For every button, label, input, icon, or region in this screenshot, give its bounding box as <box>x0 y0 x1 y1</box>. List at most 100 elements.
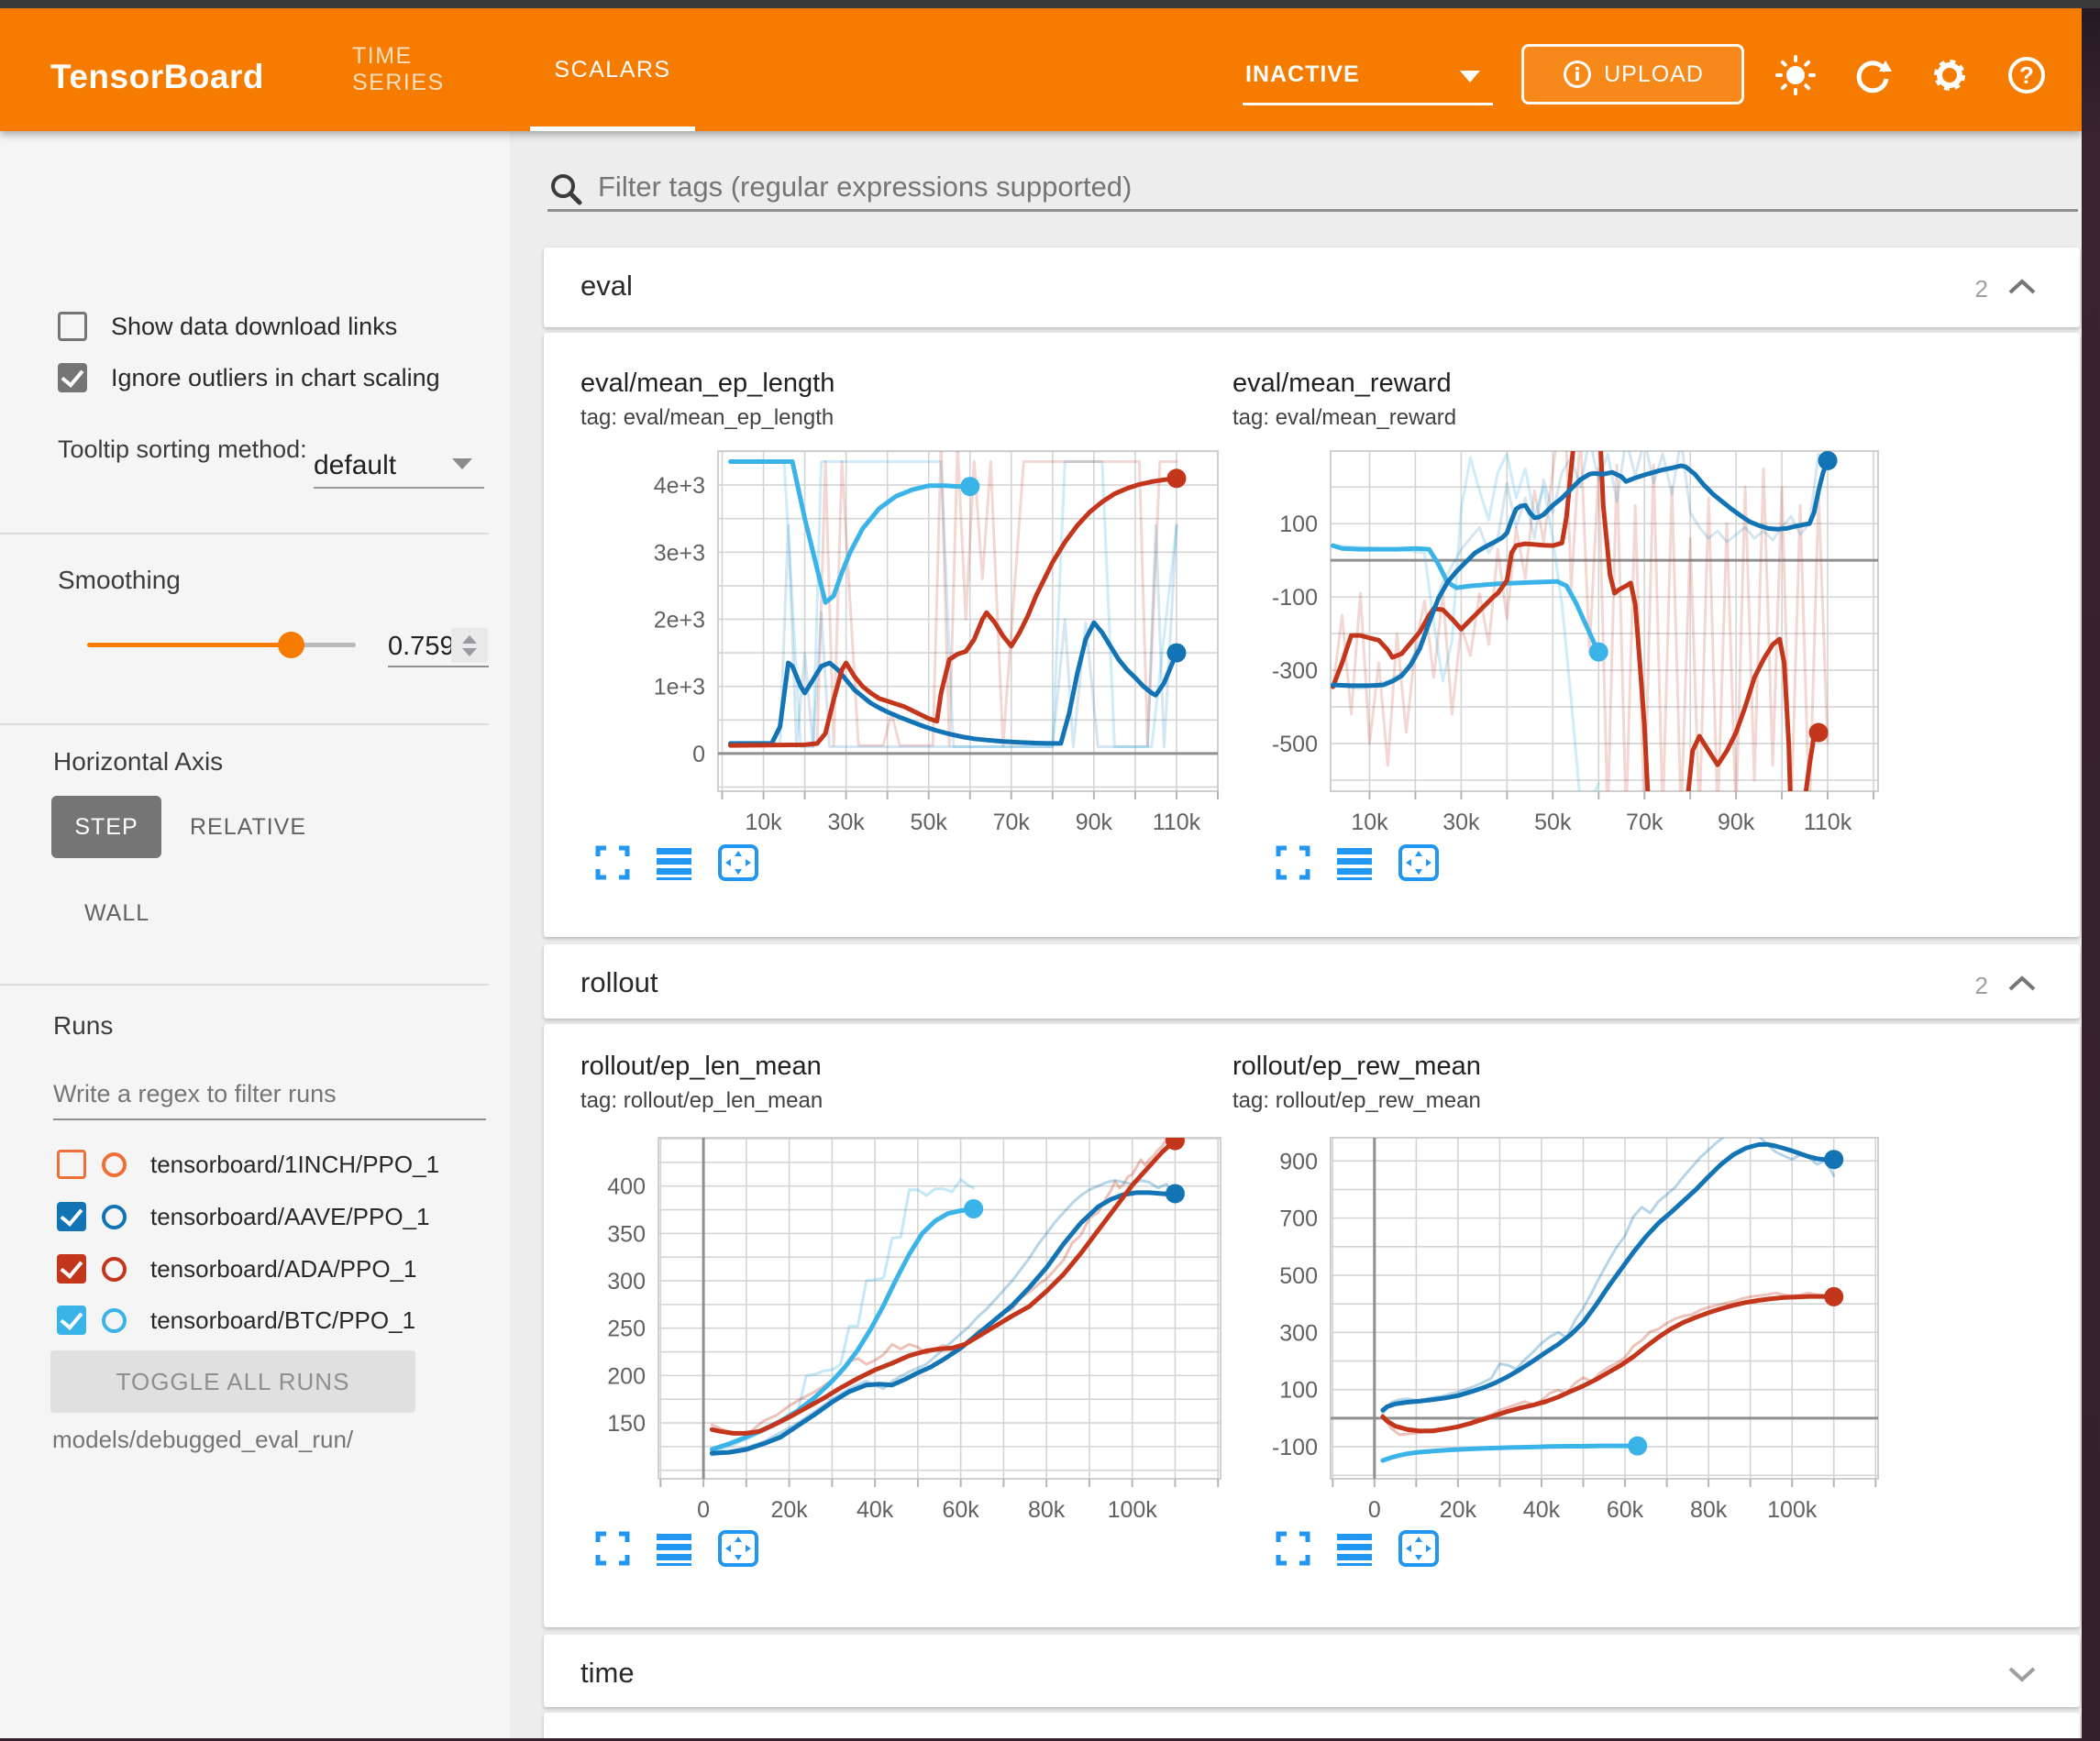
filter-tags-underline <box>547 209 2078 212</box>
svg-text:50k: 50k <box>911 810 948 835</box>
tab-time-series[interactable]: TIME SERIES <box>352 8 508 131</box>
svg-text:110k: 110k <box>1153 810 1201 835</box>
svg-text:30k: 30k <box>1442 810 1480 835</box>
show-data-download-links-checkbox[interactable] <box>58 312 87 341</box>
filter-tags-input[interactable]: Filter tags (regular expressions support… <box>598 171 1132 204</box>
chart-title: rollout/ep_rew_mean <box>1232 1052 1481 1082</box>
refresh-icon[interactable] <box>1848 50 1897 100</box>
svg-text:20k: 20k <box>770 1497 808 1523</box>
chart-rollout-ep-rew-mean[interactable]: 020k40k60k80k100k-100100300500700900 <box>1261 1114 1903 1572</box>
brightness-icon[interactable] <box>1771 50 1820 100</box>
axis-wall-button[interactable]: WALL <box>84 882 149 944</box>
upload-button[interactable]: UPLOAD <box>1521 44 1744 105</box>
axis-step-button[interactable]: STEP <box>51 796 161 858</box>
upload-label: UPLOAD <box>1604 61 1704 88</box>
run-row[interactable]: tensorboard/BTC/PPO_1 <box>57 1300 415 1340</box>
run-checkbox[interactable] <box>57 1306 86 1335</box>
spinner-down-icon[interactable] <box>462 648 477 656</box>
section-title: eval <box>580 270 633 303</box>
toggle-all-runs-button[interactable]: TOGGLE ALL RUNS <box>50 1350 415 1413</box>
horizontal-axis-label: Horizontal Axis <box>53 747 223 777</box>
runs-selector-icon[interactable] <box>655 844 693 881</box>
chart-eval-mean-ep-length[interactable]: 10k30k50k70k90k110k01e+32e+33e+34e+3 <box>562 431 1241 889</box>
divider <box>0 533 489 534</box>
section-header-rollout[interactable]: rollout 2 <box>544 944 2080 1019</box>
run-label: tensorboard/ADA/PPO_1 <box>150 1255 417 1284</box>
fit-domain-icon[interactable] <box>1398 1529 1440 1568</box>
svg-text:60k: 60k <box>942 1497 979 1523</box>
collapse-chevron-icon[interactable] <box>2006 974 2038 998</box>
run-label: tensorboard/AAVE/PPO_1 <box>150 1203 429 1231</box>
ignore-outliers-checkbox[interactable] <box>58 363 87 392</box>
runs-selector-icon[interactable] <box>655 1530 693 1567</box>
smoothing-input-underline <box>388 666 489 667</box>
svg-text:40k: 40k <box>857 1497 894 1523</box>
fullscreen-icon[interactable] <box>594 844 631 881</box>
fit-domain-icon[interactable] <box>1398 843 1440 882</box>
divider <box>0 984 489 986</box>
window-top-edge <box>0 0 2100 8</box>
run-checkbox[interactable] <box>57 1150 86 1179</box>
settings-gear-icon[interactable] <box>1925 50 1974 100</box>
section-header-eval[interactable]: eval 2 <box>544 248 2080 327</box>
runs-selector-icon[interactable] <box>1335 1530 1374 1567</box>
run-row[interactable]: tensorboard/AAVE/PPO_1 <box>57 1196 429 1237</box>
help-icon[interactable]: ? <box>2002 50 2051 100</box>
runs-selector-icon[interactable] <box>1335 844 1374 881</box>
select-underline <box>314 487 484 489</box>
runs-filter-input[interactable]: Write a regex to filter runs <box>53 1080 337 1108</box>
svg-text:250: 250 <box>607 1317 646 1342</box>
svg-text:40k: 40k <box>1523 1497 1561 1523</box>
chart-actions <box>594 1529 759 1568</box>
fullscreen-icon[interactable] <box>594 1530 631 1567</box>
run-checkbox[interactable] <box>57 1202 86 1231</box>
run-color-circle <box>102 1205 127 1229</box>
window-right-edge <box>2082 0 2100 1741</box>
smoothing-spinner[interactable] <box>451 628 488 663</box>
fullscreen-icon[interactable] <box>1275 844 1311 881</box>
tooltip-sorting-label: Tooltip sorting method: <box>58 434 315 465</box>
fit-domain-icon[interactable] <box>717 843 759 882</box>
section-title: time <box>580 1657 635 1690</box>
run-checkbox[interactable] <box>57 1254 86 1284</box>
runs-label: Runs <box>53 1011 113 1041</box>
fullscreen-icon[interactable] <box>1275 1530 1311 1567</box>
select-caret-icon[interactable] <box>452 458 472 469</box>
section-count: 2 <box>1975 972 1988 1000</box>
spinner-up-icon[interactable] <box>462 635 477 644</box>
tooltip-sorting-select[interactable]: default <box>314 450 396 481</box>
dropdown-caret-icon[interactable] <box>1460 71 1480 83</box>
fit-domain-icon[interactable] <box>717 1529 759 1568</box>
expand-chevron-icon[interactable] <box>2006 1664 2038 1689</box>
run-row[interactable]: tensorboard/ADA/PPO_1 <box>57 1249 417 1289</box>
status-dropdown-underline <box>1243 103 1493 105</box>
chart-tag: tag: rollout/ep_len_mean <box>580 1088 823 1114</box>
run-color-circle <box>102 1308 127 1333</box>
chart-rollout-ep-len-mean[interactable]: 020k40k60k80k100k150200250300350400 <box>562 1114 1241 1572</box>
active-tab-underline <box>530 127 695 131</box>
chart-tag: tag: rollout/ep_rew_mean <box>1232 1088 1481 1114</box>
chart-title: rollout/ep_len_mean <box>580 1052 822 1082</box>
svg-text:10k: 10k <box>745 810 782 835</box>
chart-actions <box>1275 843 1440 882</box>
section-header-time[interactable]: time <box>544 1635 2080 1707</box>
smoothing-value-input[interactable]: 0.759 <box>388 632 455 662</box>
collapse-chevron-icon[interactable] <box>2006 277 2038 302</box>
status-dropdown[interactable]: INACTIVE <box>1245 61 1360 88</box>
svg-text:-500: -500 <box>1272 732 1318 757</box>
svg-text:0: 0 <box>697 1497 710 1523</box>
svg-text:500: 500 <box>1279 1263 1318 1289</box>
svg-text:100: 100 <box>1279 512 1318 537</box>
smoothing-slider-thumb[interactable] <box>278 632 304 658</box>
svg-text:0: 0 <box>1368 1497 1381 1523</box>
smoothing-slider-track-active[interactable] <box>87 643 291 647</box>
svg-text:10k: 10k <box>1351 810 1388 835</box>
run-row[interactable]: tensorboard/1INCH/PPO_1 <box>57 1144 439 1185</box>
show-data-download-links-row[interactable]: Show data download links <box>58 312 397 341</box>
ignore-outliers-row[interactable]: Ignore outliers in chart scaling <box>58 363 440 392</box>
tab-scalars[interactable]: SCALARS <box>530 8 695 131</box>
svg-text:150: 150 <box>607 1411 646 1437</box>
svg-text:50k: 50k <box>1534 810 1572 835</box>
axis-relative-button[interactable]: RELATIVE <box>190 796 306 858</box>
chart-eval-mean-reward[interactable]: 10k30k50k70k90k110k100-100-300-500 <box>1261 431 1903 889</box>
